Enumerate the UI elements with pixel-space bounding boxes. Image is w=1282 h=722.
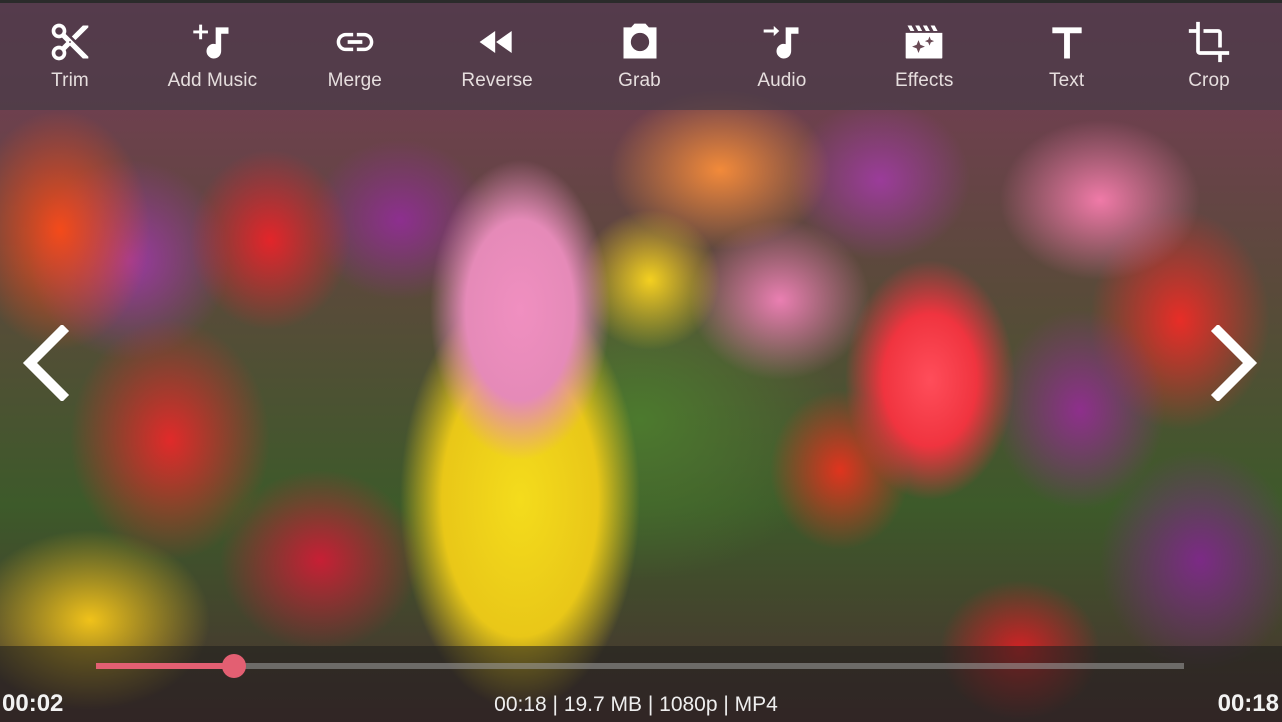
trim-label: Trim <box>51 70 89 91</box>
trim-button[interactable]: Trim <box>20 3 120 110</box>
text-icon <box>1045 20 1089 64</box>
seek-bar[interactable] <box>96 654 1184 678</box>
rewind-icon <box>475 20 519 64</box>
crop-button[interactable]: Crop <box>1159 3 1259 110</box>
grab-label: Grab <box>618 70 661 91</box>
grab-button[interactable]: Grab <box>590 3 690 110</box>
add-music-label: Add Music <box>167 70 258 91</box>
add-music-button[interactable]: Add Music <box>162 3 262 110</box>
merge-label: Merge <box>327 70 382 91</box>
audio-import-icon <box>760 20 804 64</box>
effects-clapper-icon <box>902 20 946 64</box>
next-button[interactable] <box>1206 323 1262 403</box>
add-music-icon <box>190 20 234 64</box>
crop-icon <box>1187 20 1231 64</box>
text-label: Text <box>1049 70 1085 91</box>
camera-icon <box>618 20 662 64</box>
duration-time: 00:18 <box>1217 690 1279 717</box>
effects-label: Effects <box>895 70 954 91</box>
reverse-label: Reverse <box>461 70 533 91</box>
chevron-left-icon <box>22 323 70 403</box>
effects-button[interactable]: Effects <box>874 3 974 110</box>
text-button[interactable]: Text <box>1017 3 1117 110</box>
audio-button[interactable]: Audio <box>732 3 832 110</box>
chevron-right-icon <box>1210 323 1258 403</box>
crop-label: Crop <box>1188 70 1230 91</box>
scissors-icon <box>48 20 92 64</box>
audio-label: Audio <box>757 70 807 91</box>
edit-toolbar: Trim Add Music Merge Reverse Grab Audio <box>0 3 1282 110</box>
video-info: 00:18 | 19.7 MB | 1080p | MP4 <box>494 693 778 716</box>
merge-button[interactable]: Merge <box>305 3 405 110</box>
link-icon <box>333 20 377 64</box>
reverse-button[interactable]: Reverse <box>447 3 547 110</box>
seek-thumb[interactable] <box>222 654 247 678</box>
previous-button[interactable] <box>18 323 74 403</box>
seek-progress <box>96 663 235 669</box>
playback-bar: 00:02 00:18 | 19.7 MB | 1080p | MP4 00:1… <box>0 646 1282 722</box>
